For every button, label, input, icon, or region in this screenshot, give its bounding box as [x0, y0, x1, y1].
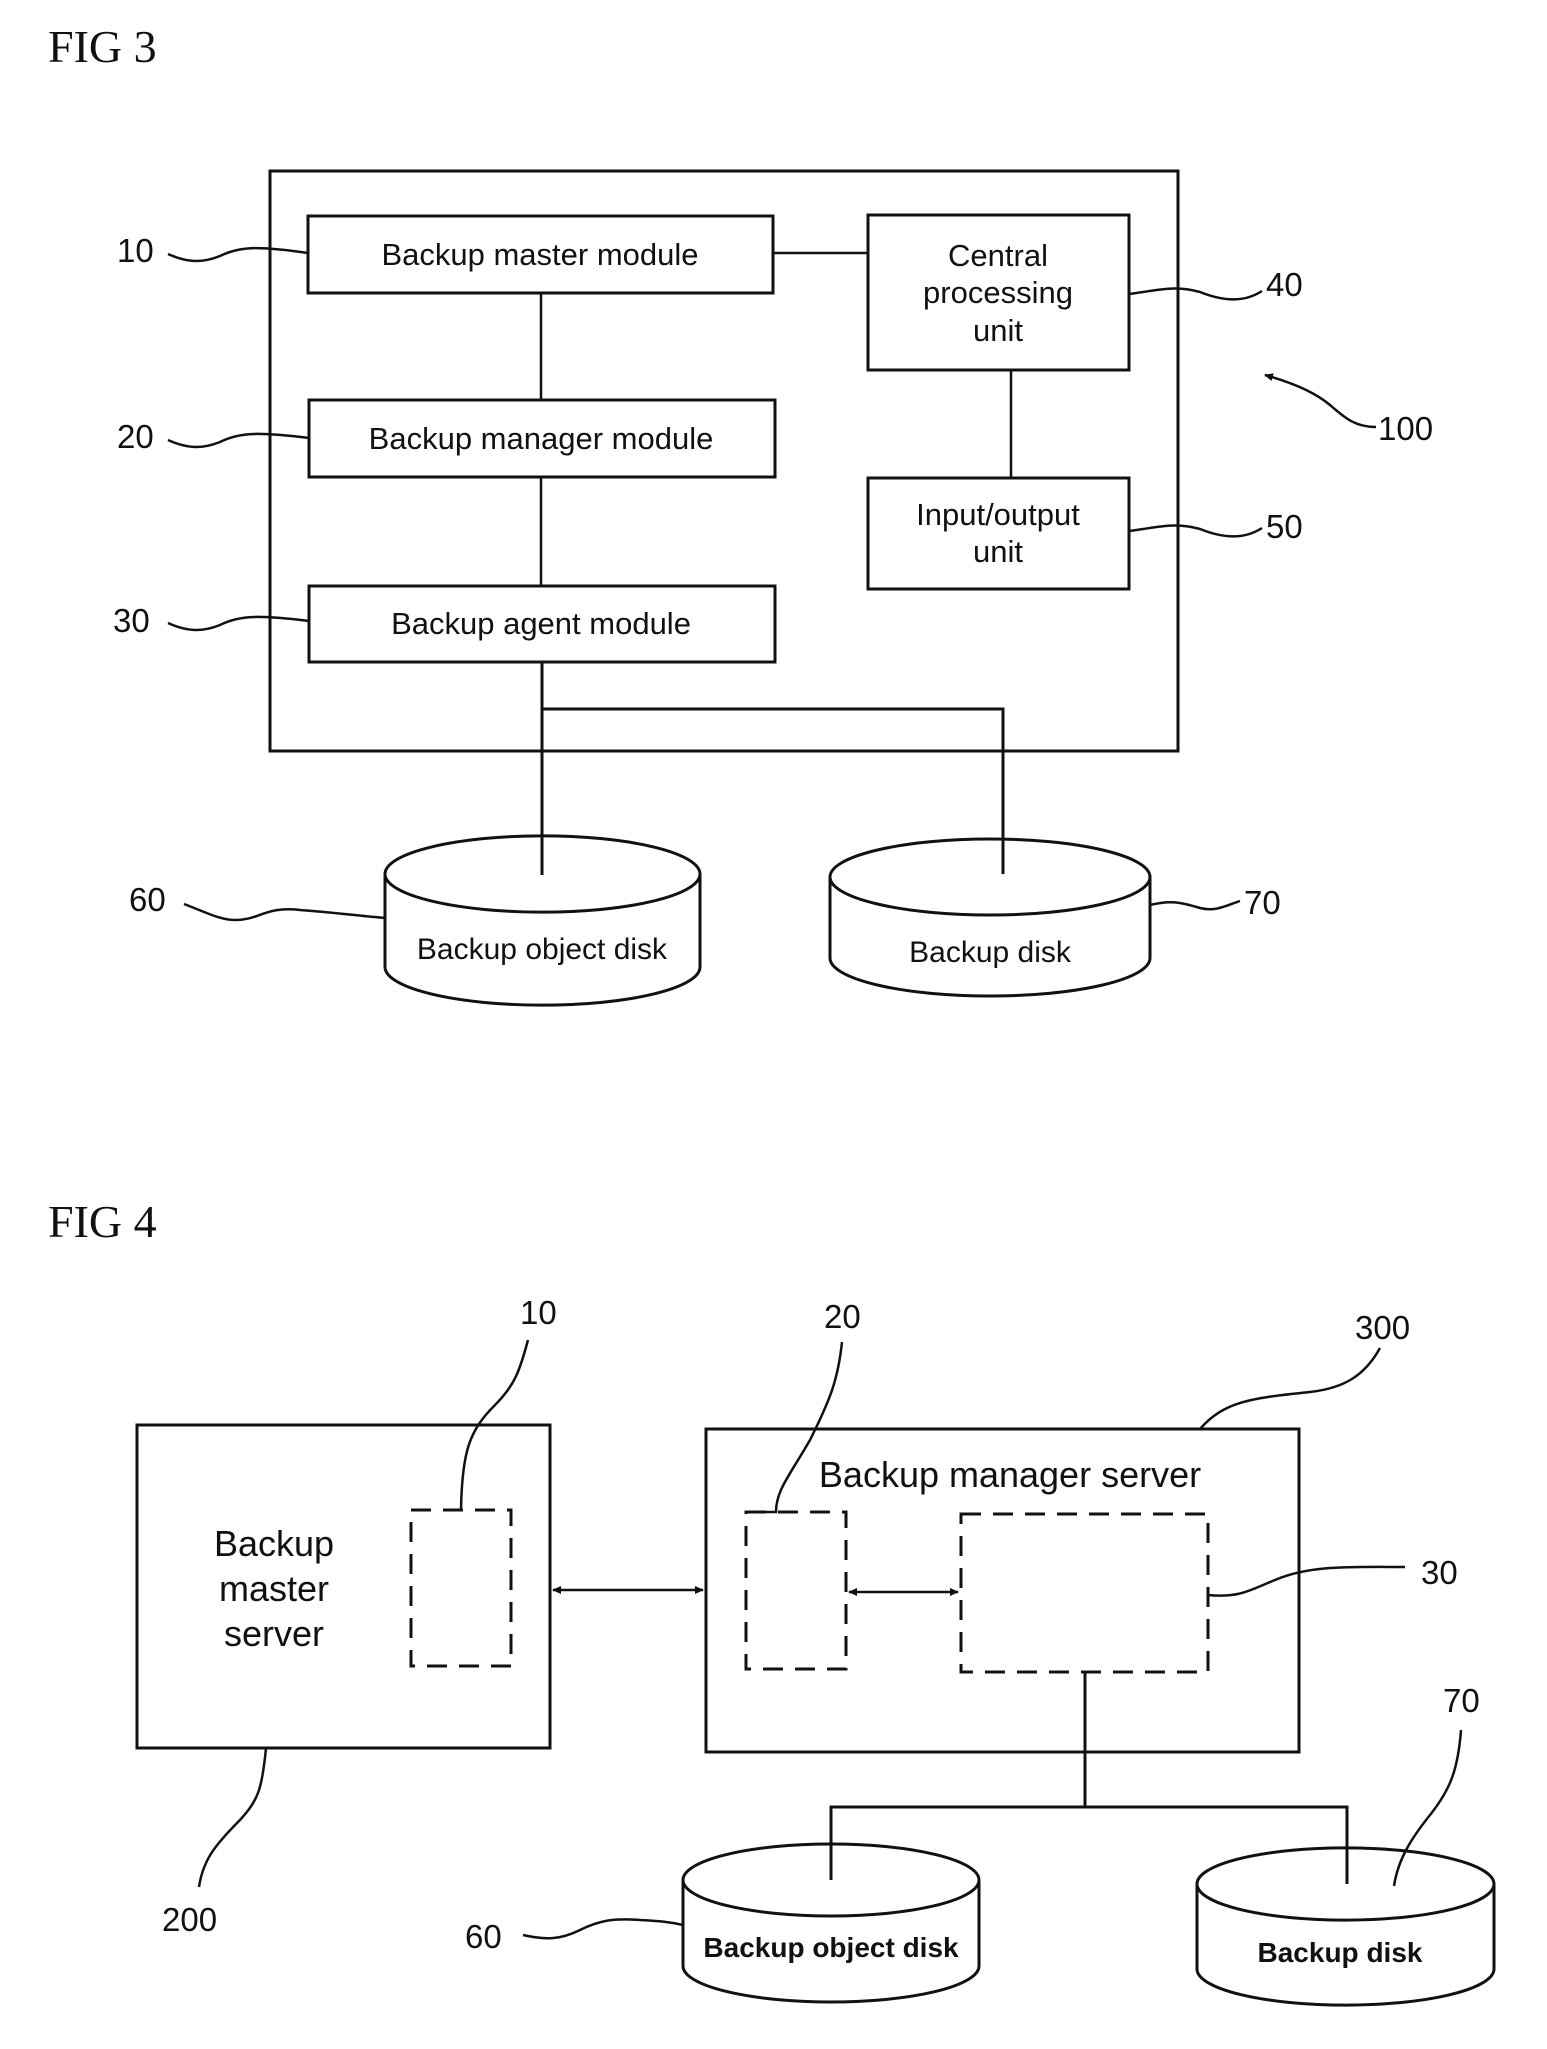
ref-30: 30 — [113, 602, 150, 639]
backup-disk-label: Backup disk — [909, 936, 1072, 969]
fig4-ref-20: 20 — [824, 1298, 861, 1335]
leader-70 — [1149, 899, 1241, 911]
io-label-line-2: unit — [973, 534, 1023, 569]
ref-20: 20 — [117, 418, 154, 455]
ref-100: 100 — [1378, 410, 1433, 447]
backup-object-disk-label: Backup object disk — [417, 933, 668, 966]
backup-master-module-label: Backup master module — [381, 237, 698, 272]
leader-60 — [183, 902, 386, 922]
fig4-leader-300 — [1199, 1347, 1382, 1430]
fig4-backup-object-disk-label: Backup object disk — [703, 1932, 959, 1963]
cpu-label-line-3: unit — [973, 313, 1023, 348]
fig3: FIG 3 Backup master module Backup manage… — [48, 21, 1433, 1007]
master-server-label-line-3: server — [224, 1613, 324, 1654]
fig4-ref-300: 300 — [1355, 1309, 1410, 1346]
ref-50: 50 — [1266, 508, 1303, 545]
ref-10: 10 — [117, 232, 154, 269]
backup-manager-server: Backup manager server — [704, 1427, 1301, 1754]
ref-60: 60 — [129, 881, 166, 918]
backup-disk: Backup disk — [828, 837, 1152, 998]
fig4-backup-disk: Backup disk — [1195, 1846, 1496, 2007]
fig4-backup-disk-label: Backup disk — [1258, 1937, 1423, 1968]
ref-70: 70 — [1244, 884, 1281, 921]
cpu-label-line-2: processing — [923, 275, 1073, 310]
backup-master-server: Backup master server — [135, 1423, 552, 1750]
fig4: FIG 4 Backup master server Backup manage… — [48, 1196, 1496, 2007]
backup-object-disk: Backup object disk — [383, 834, 702, 1007]
leader-100-arrow — [1264, 373, 1377, 429]
backup-master-module: Backup master module — [306, 214, 775, 295]
fig4-ref-200: 200 — [162, 1901, 217, 1938]
input-output-unit: Input/output unit — [866, 476, 1131, 591]
backup-manager-module: Backup manager module — [307, 398, 777, 479]
fig4-ref-60: 60 — [465, 1918, 502, 1955]
manager-server-label: Backup manager server — [819, 1454, 1201, 1495]
ref-40: 40 — [1266, 266, 1303, 303]
fig4-leader-200 — [197, 1747, 268, 1888]
patent-figures: FIG 3 Backup master module Backup manage… — [48, 21, 1496, 2007]
master-server-label-line-2: master — [219, 1568, 329, 1609]
fig4-ref-30: 30 — [1421, 1554, 1458, 1591]
central-processing-unit: Central processing unit — [866, 213, 1131, 372]
fig4-ref-10: 10 — [520, 1294, 557, 1331]
fig3-title: FIG 3 — [48, 21, 157, 72]
cpu-label-line-1: Central — [948, 238, 1048, 273]
master-server-label-line-1: Backup — [214, 1523, 334, 1564]
fig4-title: FIG 4 — [48, 1196, 157, 1247]
io-label-line-1: Input/output — [916, 497, 1080, 532]
backup-agent-module-label: Backup agent module — [391, 606, 691, 641]
fig4-backup-object-disk: Backup object disk — [681, 1842, 981, 2004]
fig4-leader-60 — [522, 1918, 684, 1940]
fig4-ref-70: 70 — [1443, 1682, 1480, 1719]
backup-manager-module-label: Backup manager module — [369, 421, 714, 456]
backup-agent-module: Backup agent module — [307, 584, 777, 664]
